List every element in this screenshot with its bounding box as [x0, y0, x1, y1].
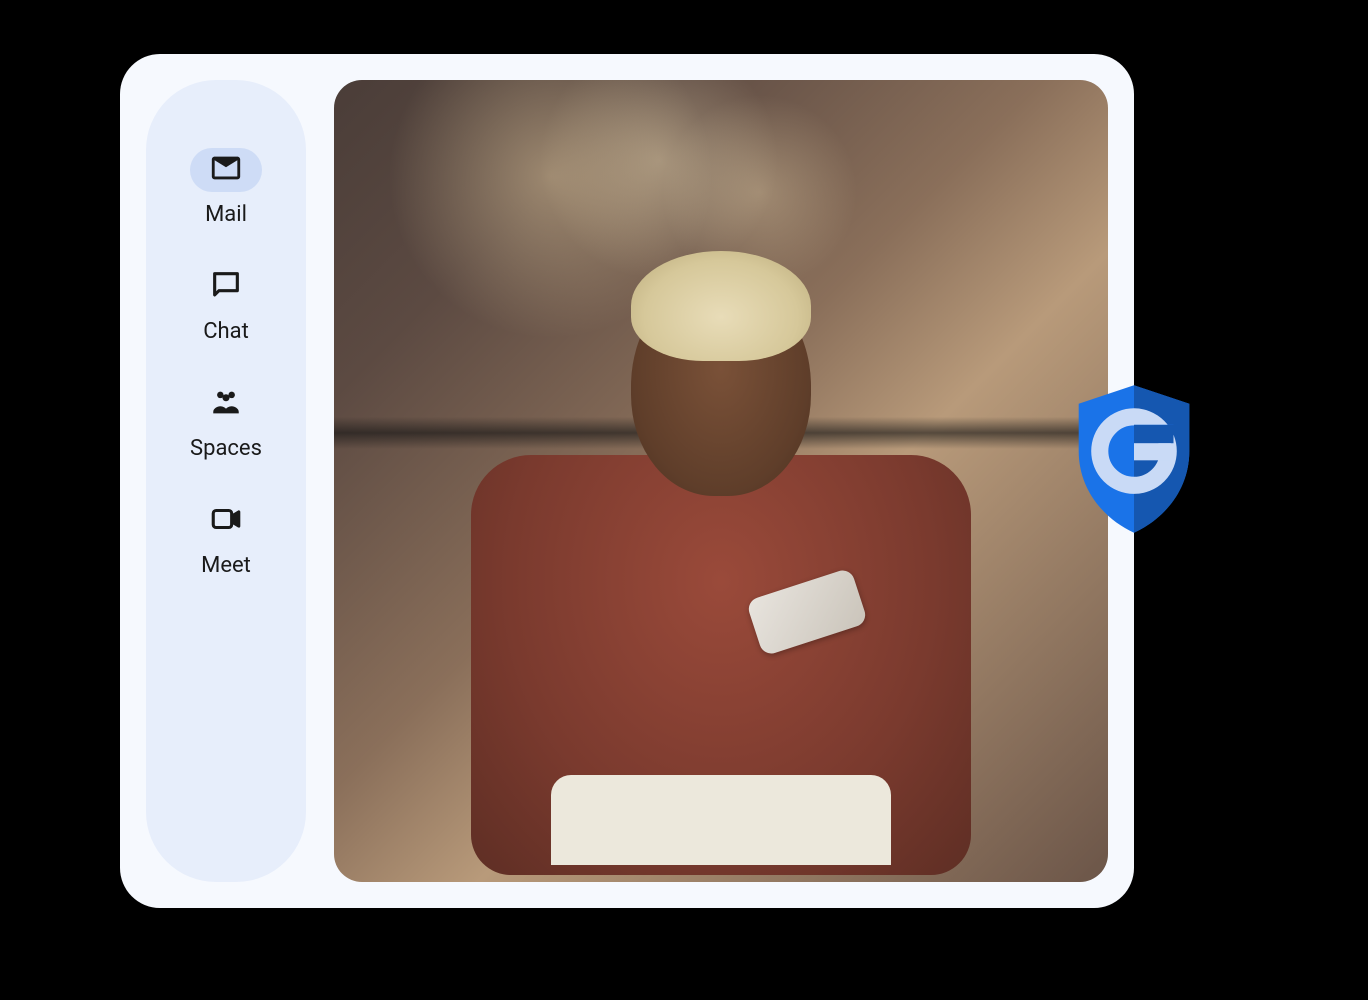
sidebar: Mail Chat Spaces Mee [146, 80, 306, 882]
google-shield-icon [1068, 380, 1200, 538]
nav-item-spaces[interactable]: Spaces [190, 382, 262, 461]
nav-label-mail: Mail [205, 202, 247, 227]
nav-label-meet: Meet [201, 553, 251, 578]
nav-icon-wrap-spaces [190, 382, 262, 426]
nav-icon-wrap-mail [190, 148, 262, 192]
hero-photo [334, 80, 1108, 882]
nav-item-chat[interactable]: Chat [190, 265, 262, 344]
mail-icon [209, 151, 243, 189]
nav-item-mail[interactable]: Mail [190, 148, 262, 227]
nav-label-spaces: Spaces [190, 436, 262, 461]
spaces-icon [209, 385, 243, 423]
person-illustration [461, 225, 981, 865]
app-card: Mail Chat Spaces Mee [120, 54, 1134, 908]
meet-icon [209, 502, 243, 540]
chat-icon [209, 268, 243, 306]
nav-icon-wrap-meet [190, 499, 262, 543]
nav-item-meet[interactable]: Meet [190, 499, 262, 578]
nav-icon-wrap-chat [190, 265, 262, 309]
nav-label-chat: Chat [203, 319, 249, 344]
